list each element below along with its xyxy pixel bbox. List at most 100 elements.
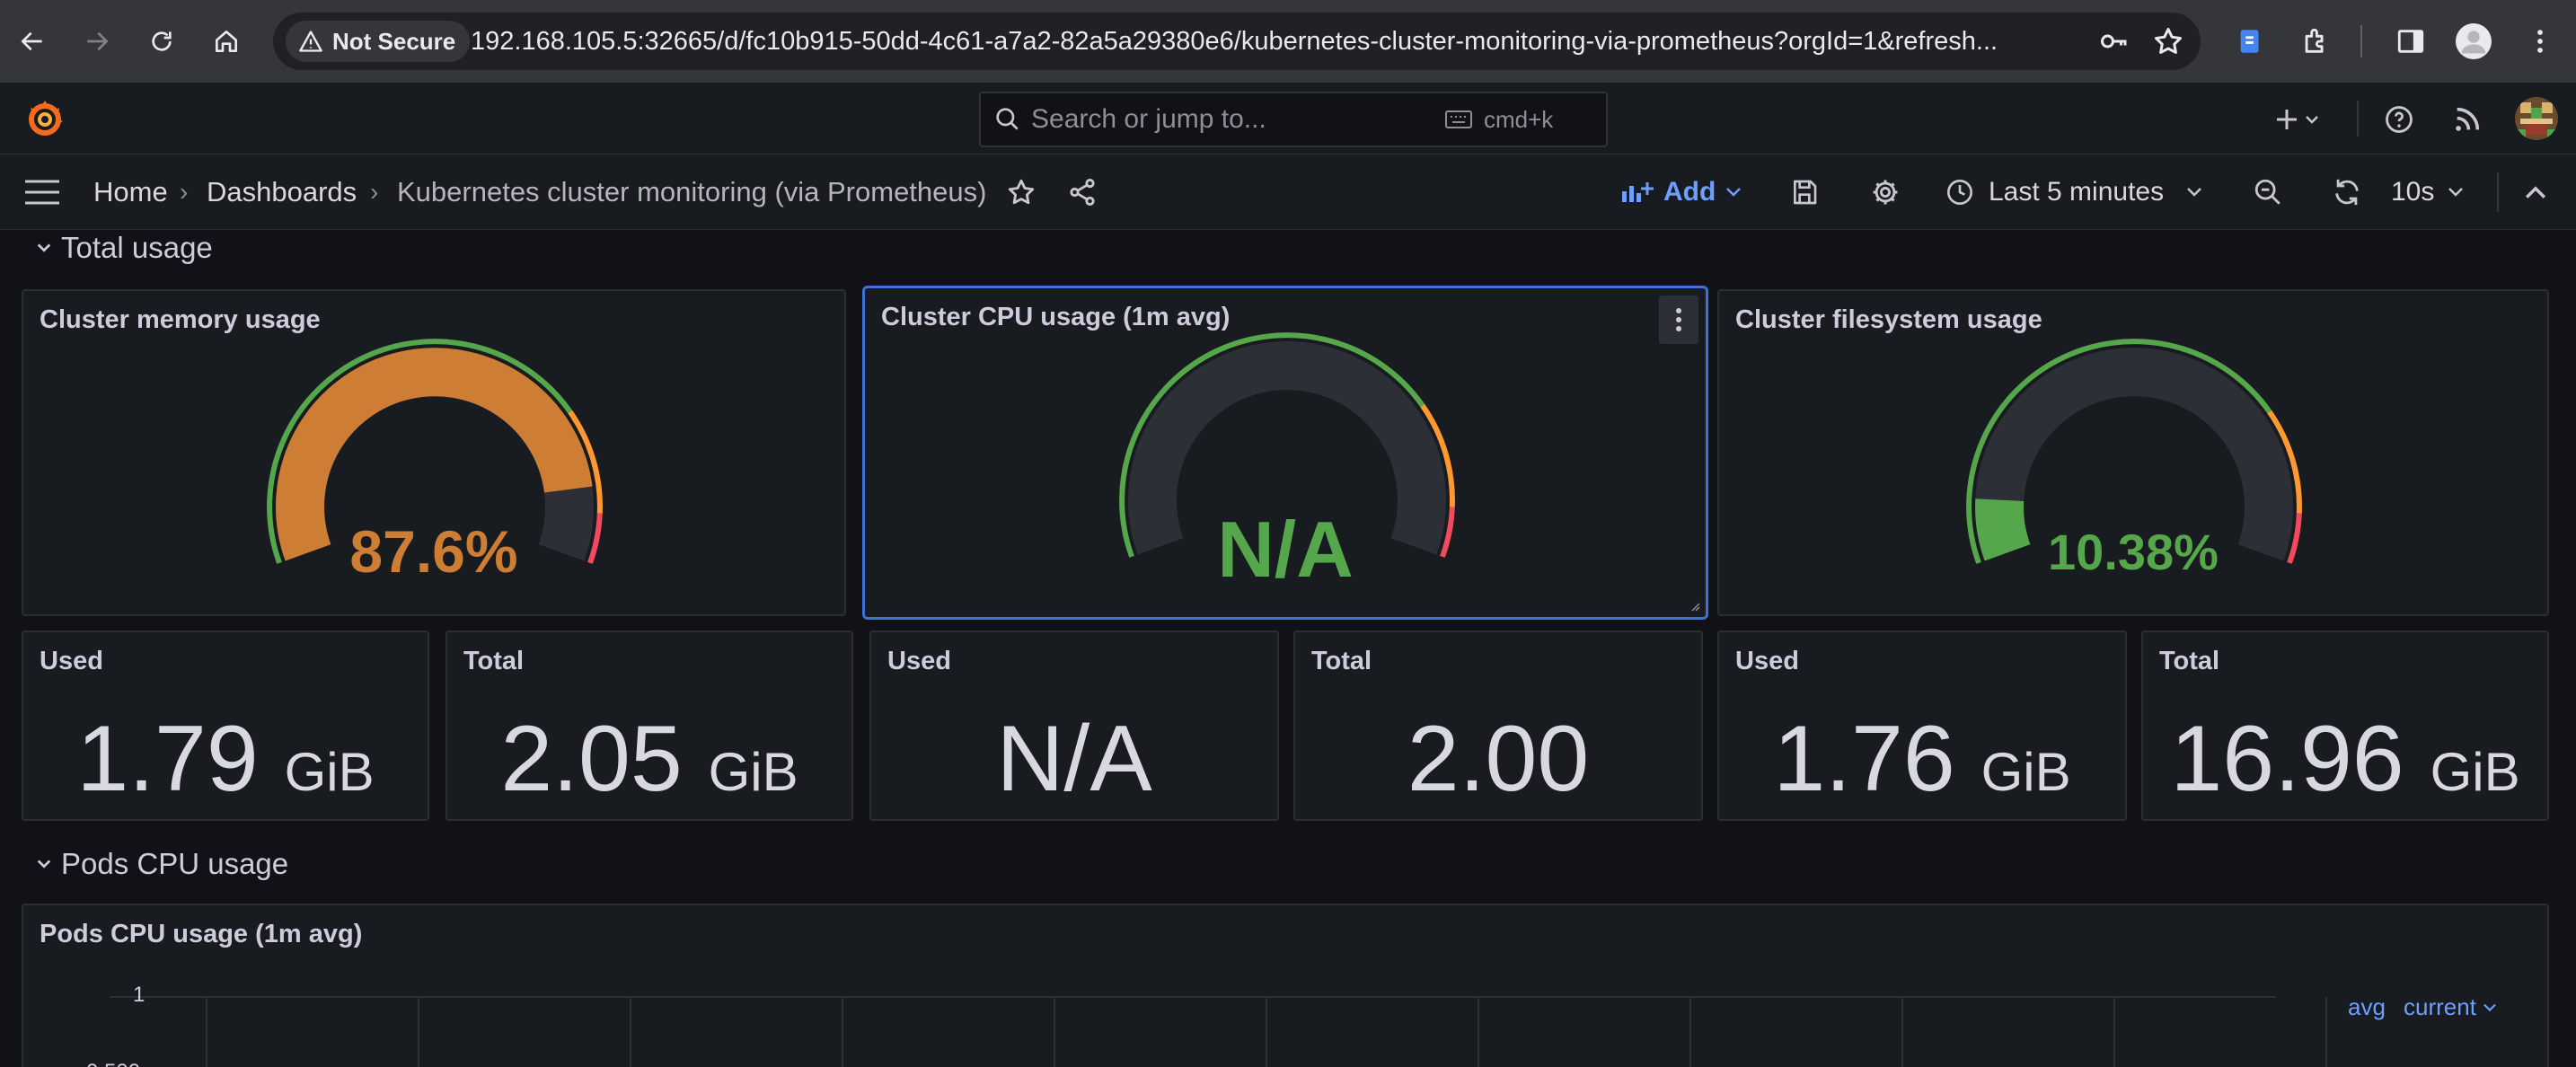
panel-title: Used xyxy=(887,647,951,675)
stat-value: N/A xyxy=(871,706,1277,813)
docs-extension-icon xyxy=(2240,30,2259,53)
search-icon xyxy=(996,108,1019,130)
mega-menu-button[interactable] xyxy=(25,175,59,209)
add-button-label: Add xyxy=(1663,177,1716,207)
share-dashboard-button[interactable] xyxy=(1065,175,1099,209)
panel-cluster-filesystem-usage[interactable]: Cluster filesystem usage 10.38% xyxy=(1717,289,2549,616)
panel-memory-total[interactable]: Total 2.05 GiB xyxy=(446,630,853,821)
side-panel-icon xyxy=(2397,30,2424,53)
breadcrumb-home[interactable]: Home xyxy=(93,154,168,230)
user-avatar-icon xyxy=(2515,97,2558,140)
reload-icon xyxy=(152,31,172,51)
home-button[interactable] xyxy=(201,16,251,66)
rss-icon xyxy=(2456,107,2480,131)
stat-unit: GiB xyxy=(2430,742,2520,802)
breadcrumb-separator-icon: › xyxy=(370,178,379,206)
extension-button[interactable] xyxy=(2229,20,2272,63)
toggle-top-search-button[interactable] xyxy=(2519,175,2553,209)
back-arrow-icon xyxy=(21,31,42,51)
resize-handle-icon[interactable] xyxy=(1689,601,1700,612)
dashboard-settings-button[interactable] xyxy=(1868,175,1902,209)
save-icon xyxy=(1794,180,1817,205)
stat-number: 1.79 xyxy=(76,707,259,811)
dashboard-navbar: Home › Dashboards › Kubernetes cluster m… xyxy=(0,154,2576,230)
refresh-interval-picker[interactable]: 10s xyxy=(2391,154,2465,230)
search-placeholder: Search or jump to... xyxy=(1031,104,1266,134)
back-button[interactable] xyxy=(7,16,57,66)
topbar-divider xyxy=(2357,101,2359,137)
clock-icon xyxy=(1947,180,1972,205)
forward-arrow-icon xyxy=(87,31,109,51)
stat-unit: GiB xyxy=(284,742,375,802)
share-icon xyxy=(1070,178,1095,207)
help-button[interactable] xyxy=(2382,102,2416,137)
stat-number: 2.05 xyxy=(500,707,683,811)
stat-number: 1.76 xyxy=(1773,707,1955,811)
key-icon[interactable] xyxy=(2098,25,2130,57)
legend-current-label: current xyxy=(2404,993,2476,1020)
browser-chrome: Not Secure 192.168.105.5:32665/d/fc10b91… xyxy=(0,0,2576,83)
profile-avatar-icon xyxy=(2456,23,2492,59)
search-bar[interactable]: Search or jump to... cmd+k xyxy=(979,92,1608,147)
side-panel-button[interactable] xyxy=(2389,20,2432,63)
zoom-out-icon xyxy=(2254,179,2280,205)
save-dashboard-button[interactable] xyxy=(1787,175,1822,209)
mark-favorite-button[interactable] xyxy=(1004,175,1038,209)
graph-vertical-gridlines xyxy=(206,997,2327,1067)
breadcrumb-separator-icon: › xyxy=(180,178,189,206)
home-icon xyxy=(216,31,237,52)
star-icon xyxy=(1008,179,1035,205)
row-total-usage[interactable]: Total usage xyxy=(36,230,213,266)
stat-value: 16.96 GiB xyxy=(2143,706,2547,813)
news-button[interactable] xyxy=(2450,102,2484,137)
bookmark-star-icon[interactable] xyxy=(2152,25,2184,57)
row-title: Pods CPU usage xyxy=(61,847,289,880)
chevron-down-icon xyxy=(2187,188,2201,197)
new-menu-button[interactable] xyxy=(2271,102,2328,137)
row-title: Total usage xyxy=(61,231,213,264)
grafana-logo[interactable] xyxy=(23,97,66,140)
panel-pods-cpu-usage[interactable]: Pods CPU usage (1m avg) 1 0.500 avg curr… xyxy=(22,904,2549,1067)
search-shortcut: cmd+k xyxy=(1484,106,1554,133)
chevron-down-icon xyxy=(37,243,51,252)
chevron-down-icon xyxy=(37,860,51,869)
reload-button[interactable] xyxy=(137,16,187,66)
legend-sort-current[interactable]: current xyxy=(2404,993,2498,1021)
time-range-picker[interactable]: Last 5 minutes xyxy=(1945,154,2203,230)
profile-button[interactable] xyxy=(2452,20,2495,63)
site-info-chip[interactable]: Not Secure xyxy=(286,21,471,62)
gauge-value: 10.38% xyxy=(2048,524,2219,580)
y-axis-tick: 1 xyxy=(133,983,146,1007)
breadcrumb-dashboards[interactable]: Dashboards xyxy=(207,154,357,230)
zoom-out-time-button[interactable] xyxy=(2251,175,2285,209)
forward-button[interactable] xyxy=(72,16,122,66)
panel-cluster-memory-usage[interactable]: Cluster memory usage 87.6% xyxy=(22,289,846,616)
stat-value: 2.05 GiB xyxy=(447,706,851,813)
stat-number: N/A xyxy=(996,707,1152,811)
breadcrumb-current: Kubernetes cluster monitoring (via Prome… xyxy=(397,176,987,207)
user-avatar[interactable] xyxy=(2515,97,2558,140)
panel-title: Used xyxy=(40,647,103,675)
panel-cpu-total[interactable]: Total 2.00 xyxy=(1293,630,1703,821)
refresh-dashboard-button[interactable] xyxy=(2330,175,2364,209)
url-text[interactable]: 192.168.105.5:32665/d/fc10b915-50dd-4c61… xyxy=(471,13,2069,70)
plus-icon xyxy=(2277,110,2318,129)
address-bar[interactable]: Not Secure 192.168.105.5:32665/d/fc10b91… xyxy=(273,13,2201,70)
panel-title: Used xyxy=(1735,647,1799,675)
kebab-menu-icon xyxy=(2537,30,2543,53)
stat-value: 1.79 GiB xyxy=(23,706,428,813)
time-range-label: Last 5 minutes xyxy=(1989,177,2165,207)
browser-menu-button[interactable] xyxy=(2519,20,2562,63)
extensions-menu-button[interactable] xyxy=(2294,20,2337,63)
panel-cluster-cpu-usage[interactable]: Cluster CPU usage (1m avg) N/A xyxy=(862,286,1708,620)
panel-memory-used[interactable]: Used 1.79 GiB xyxy=(22,630,429,821)
grafana-logo-icon xyxy=(29,101,63,136)
panel-filesystem-used[interactable]: Used 1.76 GiB xyxy=(1717,630,2127,821)
panel-cpu-used[interactable]: Used N/A xyxy=(869,630,1279,821)
row-pods-cpu-usage[interactable]: Pods CPU usage xyxy=(36,844,288,884)
chevron-down-icon xyxy=(2483,1003,2496,1011)
legend-sort-avg[interactable]: avg xyxy=(2348,993,2386,1021)
add-button[interactable]: Add xyxy=(1620,154,1742,230)
stat-value: 2.00 xyxy=(1295,706,1701,813)
panel-filesystem-total[interactable]: Total 16.96 GiB xyxy=(2141,630,2549,821)
